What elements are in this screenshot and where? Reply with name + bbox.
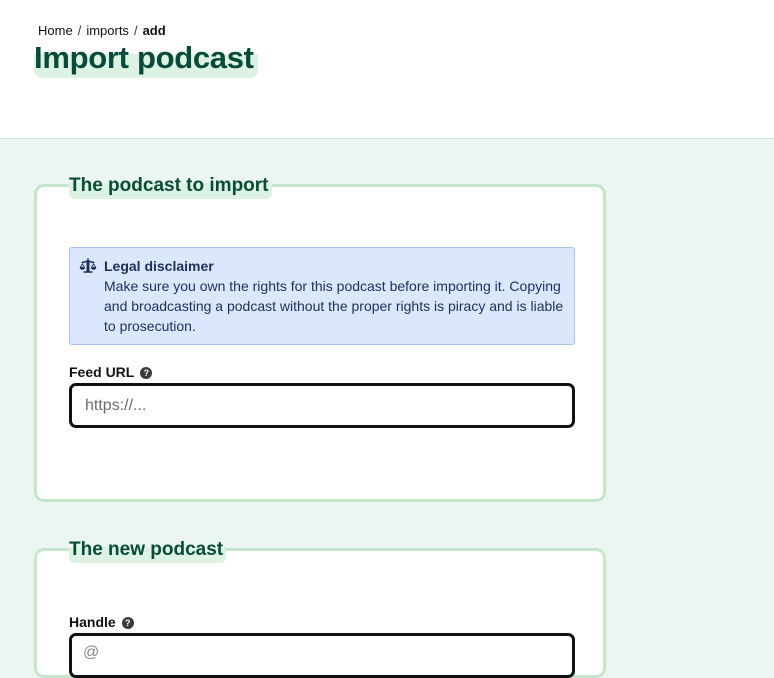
podcast-to-import-legend: The podcast to import bbox=[69, 173, 272, 199]
at-sign-icon: @ bbox=[83, 644, 100, 661]
breadcrumb-current: add bbox=[142, 23, 166, 38]
feed-url-input[interactable] bbox=[69, 383, 575, 428]
help-icon[interactable]: ? bbox=[140, 367, 153, 379]
breadcrumb-separator: / bbox=[77, 23, 82, 38]
legal-disclaimer-text: Make sure you own the rights for this po… bbox=[104, 278, 564, 334]
breadcrumb-separator: / bbox=[133, 23, 138, 38]
legal-disclaimer-alert: Legal disclaimer Make sure you own the r… bbox=[69, 247, 575, 345]
handle-label-text: Handle bbox=[69, 614, 116, 630]
help-icon[interactable]: ? bbox=[121, 617, 134, 629]
feed-url-label: Feed URL ? bbox=[69, 364, 153, 380]
breadcrumb: Home / imports / add bbox=[38, 23, 166, 38]
scale-balance-icon bbox=[79, 258, 97, 273]
podcast-to-import-fieldset: The podcast to import Legal disclaimer M… bbox=[34, 173, 606, 502]
legal-disclaimer-title: Legal disclaimer bbox=[104, 258, 214, 274]
new-podcast-legend: The new podcast bbox=[69, 537, 227, 563]
page-header: Home / imports / add Import podcast bbox=[0, 0, 774, 139]
new-podcast-fieldset: The new podcast Handle ? @ bbox=[34, 537, 606, 678]
handle-label: Handle ? bbox=[69, 614, 134, 630]
breadcrumb-home-link[interactable]: Home bbox=[38, 23, 73, 38]
feed-url-label-text: Feed URL bbox=[69, 364, 135, 380]
breadcrumb-imports-link[interactable]: imports bbox=[86, 23, 129, 38]
page-title: Import podcast bbox=[34, 40, 258, 78]
